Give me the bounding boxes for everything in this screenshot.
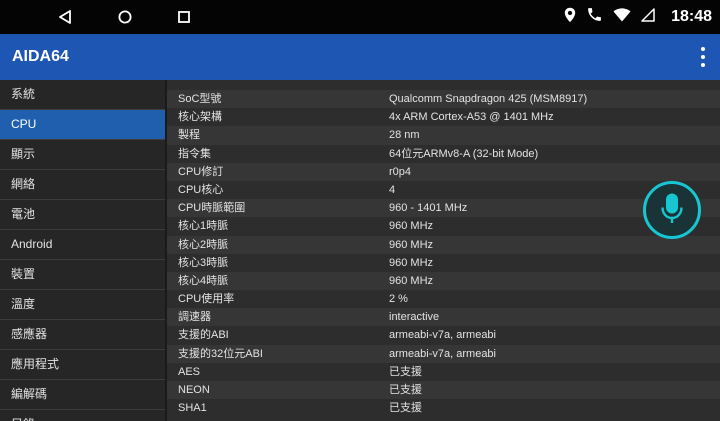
signal-icon <box>641 7 655 27</box>
table-row: NEON 已支援 <box>167 381 720 400</box>
overflow-menu-icon[interactable] <box>700 47 706 67</box>
table-row: 核心3時脈 960 MHz <box>167 254 720 272</box>
row-label: NEON <box>178 384 210 396</box>
row-value: 28 nm <box>389 129 420 142</box>
row-value: interactive <box>389 311 440 324</box>
row-label: AES <box>178 365 201 378</box>
category-sidebar: 系統 CPU 顯示 網絡 電池 Android 裝置 溫度 感應器 應用程式 編… <box>0 80 165 421</box>
sidebar-item-devices[interactable]: 裝置 <box>0 260 165 290</box>
row-value: armeabi-v7a, armeabi <box>389 329 496 342</box>
row-value: 2 % <box>389 293 408 306</box>
row-label: 指令集 <box>178 147 211 160</box>
back-icon[interactable] <box>54 6 76 28</box>
table-row: CPU使用率 2 % <box>167 290 720 308</box>
row-label: 核心4時脈 <box>178 274 229 287</box>
table-row: CPU修訂 r0p4 <box>167 162 720 181</box>
row-value: 已支援 <box>389 402 422 415</box>
table-row: 支援的32位元ABI armeabi-v7a, armeabi <box>167 344 720 363</box>
app-bar: AIDA64 <box>0 34 720 80</box>
row-label: SHA1 <box>178 402 207 415</box>
table-row: 核心1時脈 960 MHz <box>167 217 720 235</box>
recents-icon[interactable] <box>173 6 195 28</box>
sidebar-item-display[interactable]: 顯示 <box>0 140 165 170</box>
row-label: CPU使用率 <box>178 293 235 306</box>
row-value: 960 MHz <box>389 220 434 233</box>
sidebar-item-system[interactable]: 系統 <box>0 80 165 110</box>
row-label: CPU修訂 <box>178 165 224 178</box>
row-value: 960 MHz <box>389 238 434 251</box>
table-row: 指令集 64位元ARMv8-A (32-bit Mode) <box>167 145 720 163</box>
row-value: 960 MHz <box>389 274 434 287</box>
table-row: 核心2時脈 960 MHz <box>167 235 720 254</box>
table-row: 核心架構 4x ARM Cortex-A53 @ 1401 MHz <box>167 108 720 126</box>
row-value: 960 - 1401 MHz <box>389 202 468 215</box>
sidebar-item-sensors[interactable]: 感應器 <box>0 320 165 350</box>
table-row: AES 已支援 <box>167 363 720 381</box>
row-label: 核心3時脈 <box>178 256 229 269</box>
table-row: 支援的ABI armeabi-v7a, armeabi <box>167 326 720 344</box>
row-value: 已支援 <box>389 384 422 396</box>
table-row: 製程 28 nm <box>167 126 720 145</box>
microphone-icon <box>660 192 684 229</box>
row-value: 4x ARM Cortex-A53 @ 1401 MHz <box>389 111 554 124</box>
row-value: 960 MHz <box>389 256 434 269</box>
row-value: 已支援 <box>389 365 422 378</box>
row-label: CPU時脈範圍 <box>178 202 246 215</box>
sidebar-item-directories[interactable]: 目錄 <box>0 410 165 421</box>
location-icon <box>564 7 576 28</box>
system-status-bar: 18:48 <box>0 0 720 34</box>
sidebar-item-battery[interactable]: 電池 <box>0 200 165 230</box>
sidebar-item-apps[interactable]: 應用程式 <box>0 350 165 380</box>
row-label: 調速器 <box>178 311 211 324</box>
table-row: CPU核心 4 <box>167 181 720 199</box>
phone-icon <box>586 6 603 28</box>
sidebar-item-android[interactable]: Android <box>0 230 165 260</box>
table-row: 調速器 interactive <box>167 308 720 327</box>
row-label: 製程 <box>178 129 200 142</box>
row-label: 支援的32位元ABI <box>178 347 263 360</box>
table-row: CPU時脈範圍 960 - 1401 MHz <box>167 199 720 218</box>
row-value: 4 <box>389 183 396 196</box>
wifi-icon <box>613 7 631 27</box>
sidebar-item-codecs[interactable]: 編解碼 <box>0 380 165 410</box>
cpu-info-panel[interactable]: SoC型號 Qualcomm Snapdragon 425 (MSM8917) 核… <box>167 80 720 421</box>
row-label: 核心2時脈 <box>178 238 229 251</box>
row-value: 64位元ARMv8-A (32-bit Mode) <box>389 147 539 160</box>
row-value: r0p4 <box>389 165 412 178</box>
row-label: 核心架構 <box>178 111 222 124</box>
table-row: 核心4時脈 960 MHz <box>167 271 720 291</box>
voice-assistant-button[interactable] <box>643 181 701 239</box>
status-icons: 18:48 <box>564 0 712 34</box>
app-title: AIDA64 <box>12 48 69 65</box>
table-row: SHA1 已支援 <box>167 399 720 417</box>
row-value: armeabi-v7a, armeabi <box>389 347 496 360</box>
row-label: 核心1時脈 <box>178 220 229 233</box>
row-value: Qualcomm Snapdragon 425 (MSM8917) <box>389 93 588 105</box>
sidebar-item-temperature[interactable]: 溫度 <box>0 290 165 320</box>
sidebar-item-network[interactable]: 網絡 <box>0 170 165 200</box>
home-icon[interactable] <box>114 6 136 28</box>
row-label: CPU核心 <box>178 183 224 196</box>
status-clock: 18:48 <box>671 8 712 25</box>
sidebar-item-cpu[interactable]: CPU <box>0 110 165 140</box>
row-label: 支援的ABI <box>178 329 229 342</box>
cpu-info-table: SoC型號 Qualcomm Snapdragon 425 (MSM8917) 核… <box>167 90 720 417</box>
table-row: SoC型號 Qualcomm Snapdragon 425 (MSM8917) <box>167 90 720 109</box>
row-label: SoC型號 <box>178 93 222 105</box>
